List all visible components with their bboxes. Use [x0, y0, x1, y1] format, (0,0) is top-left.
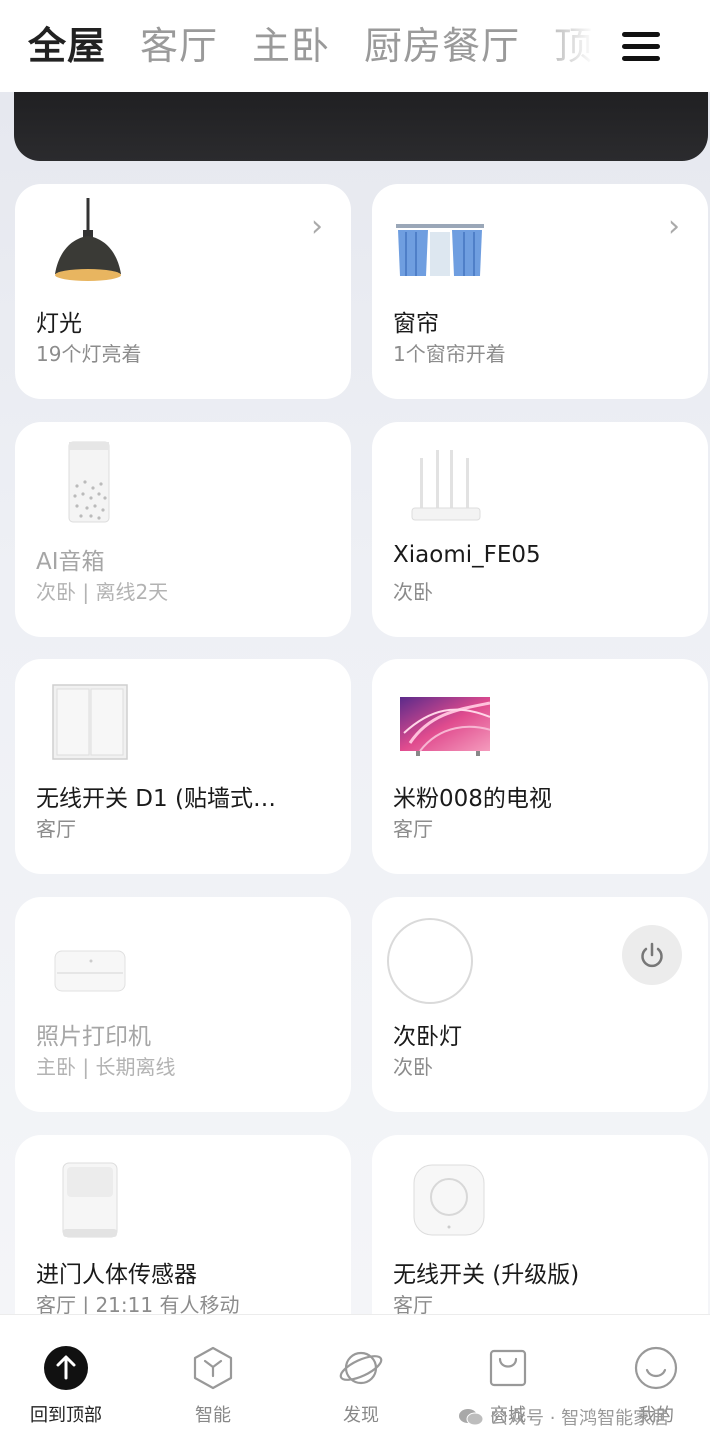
- card-ai-speaker[interactable]: AI音箱 次卧 | 离线2天: [15, 422, 351, 637]
- wechat-icon: [459, 1409, 484, 1426]
- motion-sensor-icon: [62, 1162, 118, 1238]
- card-curtains[interactable]: › 窗帘 1个窗帘开着: [372, 184, 708, 399]
- arrow-up-icon: [44, 1346, 88, 1390]
- router-icon: [411, 450, 481, 521]
- device-grid: › 灯光 19个灯亮着 › 窗帘 1个窗帘开着 AI音箱 次卧 | 离线2天 X…: [0, 92, 710, 1314]
- card-wireless-button[interactable]: 无线开关 (升级版) 客厅: [372, 1135, 708, 1314]
- card-status: 1个窗帘开着: [393, 342, 506, 366]
- card-status: 19个灯亮着: [36, 342, 142, 366]
- card-title: 灯光: [36, 311, 82, 337]
- nav-discover[interactable]: 发现: [296, 1345, 426, 1427]
- watermark: 公众号 · 智鸿智能家居: [458, 1404, 669, 1430]
- card-router[interactable]: Xiaomi_FE05 次卧: [372, 422, 708, 637]
- card-title: 无线开关 D1 (贴墙式…: [36, 786, 276, 812]
- card-bedroom-light[interactable]: 次卧灯 次卧: [372, 897, 708, 1112]
- card-motion-sensor[interactable]: 进门人体传感器 客厅 | 21:11 有人移动: [15, 1135, 351, 1314]
- card-lights[interactable]: › 灯光 19个灯亮着: [15, 184, 351, 399]
- tab-master-bedroom[interactable]: 主卧: [252, 20, 330, 72]
- card-status: 客厅: [393, 817, 433, 841]
- smart-icon: [193, 1346, 233, 1390]
- card-title: 窗帘: [393, 311, 439, 337]
- tab-whole-house[interactable]: 全屋: [28, 20, 106, 72]
- card-tv[interactable]: 米粉008的电视 客厅: [372, 659, 708, 874]
- wireless-button-icon: [413, 1164, 485, 1236]
- chevron-right-icon: ›: [668, 209, 680, 244]
- tv-icon: [400, 697, 490, 756]
- card-wall-switch[interactable]: 无线开关 D1 (贴墙式… 客厅: [15, 659, 351, 874]
- tabs-fade: [530, 20, 610, 76]
- card-title: AI音箱: [36, 549, 105, 575]
- room-tabs: 全屋客厅主卧厨房餐厅顶: [28, 20, 608, 76]
- pendant-lamp-icon: [55, 198, 121, 281]
- nav-label: 回到顶部: [30, 1405, 102, 1426]
- ceiling-light-icon: [387, 918, 473, 1004]
- wall-switch-icon: [52, 684, 128, 760]
- power-icon: [641, 942, 663, 968]
- photo-printer-icon: [54, 950, 126, 992]
- card-status: 客厅: [36, 817, 76, 841]
- tab-kitchen-dining[interactable]: 厨房餐厅: [364, 20, 520, 72]
- hamburger-menu-icon[interactable]: [622, 32, 660, 62]
- smiley-icon: [634, 1346, 678, 1390]
- planet-icon: [339, 1351, 383, 1385]
- card-title: 进门人体传感器: [36, 1262, 197, 1288]
- card-photo-printer[interactable]: 照片打印机 主卧 | 长期离线: [15, 897, 351, 1112]
- watermark-text: 公众号 · 智鸿智能家居: [490, 1408, 670, 1429]
- shopping-bag-icon: [489, 1349, 527, 1387]
- nav-label: 智能: [195, 1405, 231, 1426]
- card-status: 次卧 | 离线2天: [36, 580, 169, 604]
- curtain-icon: [396, 224, 484, 276]
- ai-speaker-icon: [68, 441, 110, 523]
- card-status: 客厅 | 21:11 有人移动: [36, 1293, 240, 1314]
- card-title: 米粉008的电视: [393, 786, 552, 812]
- card-status: 客厅: [393, 1293, 433, 1314]
- top-bar: 全屋客厅主卧厨房餐厅顶: [0, 0, 710, 92]
- card-title: Xiaomi_FE05: [393, 542, 541, 568]
- card-status: 主卧 | 长期离线: [36, 1055, 176, 1079]
- card-title: 次卧灯: [393, 1024, 462, 1050]
- card-title: 照片打印机: [36, 1024, 151, 1050]
- tab-living-room[interactable]: 客厅: [140, 20, 218, 72]
- card-status: 次卧: [393, 1055, 433, 1079]
- chevron-right-icon: ›: [311, 209, 323, 244]
- nav-label: 发现: [343, 1405, 379, 1426]
- nav-back-to-top[interactable]: 回到顶部: [1, 1345, 131, 1427]
- power-button[interactable]: [622, 925, 682, 985]
- dark-banner[interactable]: [14, 92, 708, 161]
- card-title: 无线开关 (升级版): [393, 1262, 580, 1288]
- nav-smart[interactable]: 智能: [148, 1345, 278, 1427]
- card-status: 次卧: [393, 580, 433, 604]
